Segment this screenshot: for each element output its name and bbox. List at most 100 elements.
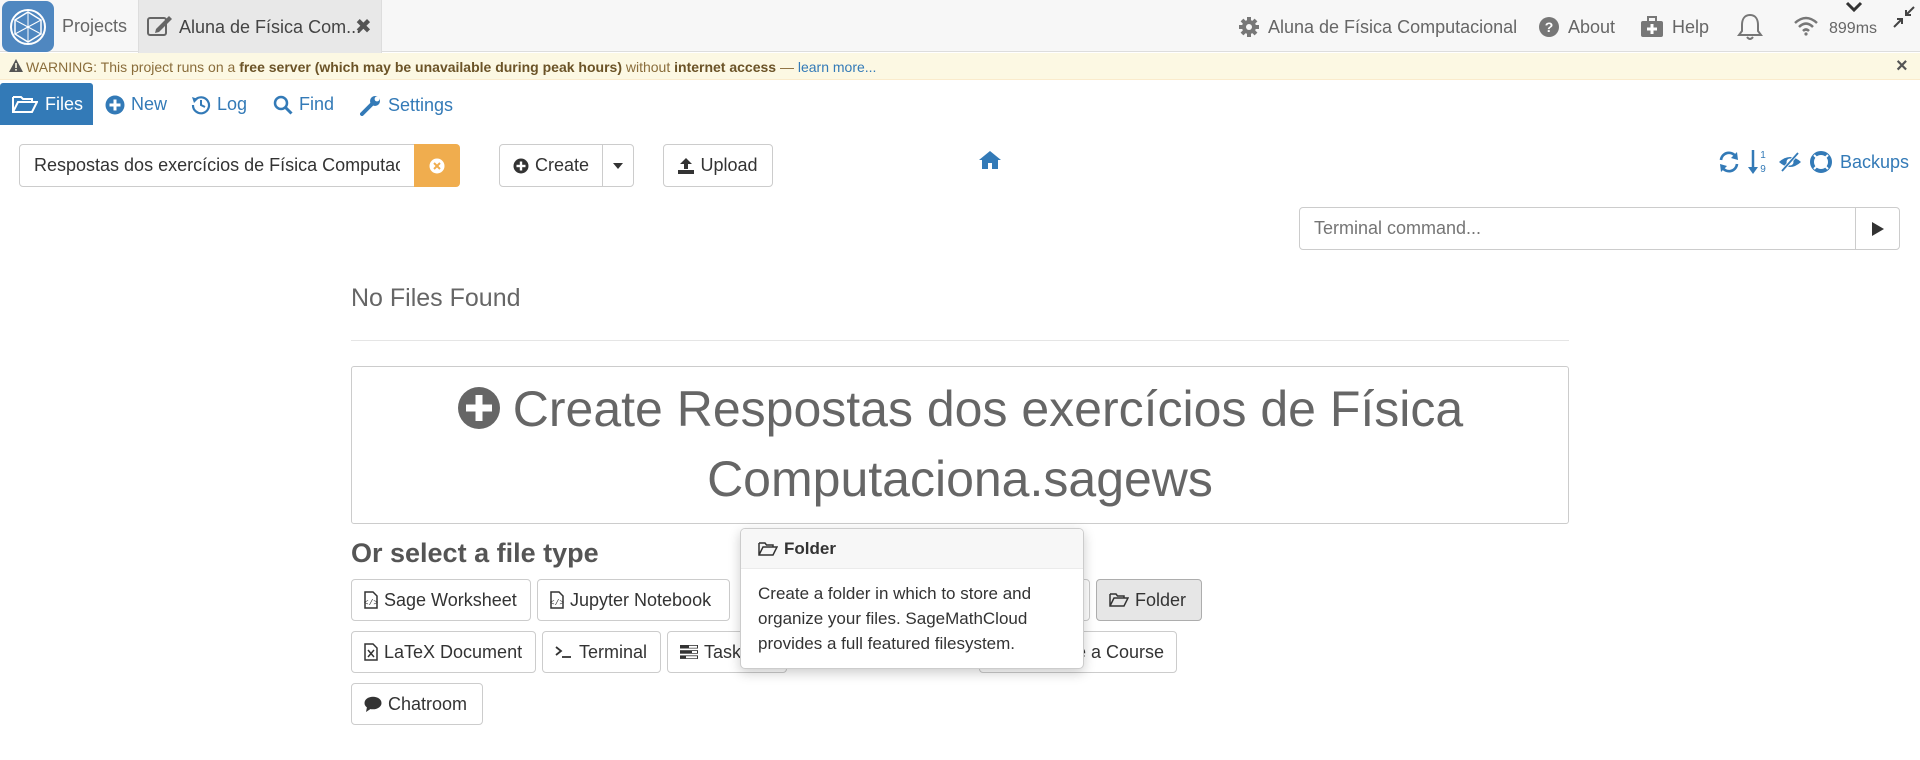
- create-dropdown-toggle[interactable]: [602, 144, 634, 187]
- files-tab-label: Files: [45, 93, 84, 114]
- sage-worksheet-button[interactable]: </> Sage Worksheet: [351, 579, 531, 621]
- comment-icon: [364, 696, 382, 712]
- warning-prefix: WARNING: This project runs on a: [26, 59, 240, 75]
- chevron-down-icon[interactable]: [1842, 0, 1866, 14]
- play-icon: [1871, 221, 1884, 236]
- plus-circle-icon: [513, 158, 529, 174]
- refresh-icon[interactable]: [1718, 151, 1740, 173]
- new-tab-label: New: [131, 94, 168, 114]
- warning-free-server: free server (which may be unavailable du…: [239, 59, 622, 75]
- wifi-icon: [1793, 16, 1819, 36]
- warning-dash: —: [776, 59, 798, 75]
- close-tab-icon[interactable]: ✖: [355, 14, 372, 39]
- times-circle-icon: [429, 158, 445, 174]
- chatroom-label: Chatroom: [388, 693, 468, 714]
- create-file-button[interactable]: Create Respostas dos exercícios de Físic…: [351, 366, 1569, 524]
- project-name-label: Aluna de Física Computacional: [1268, 16, 1518, 37]
- folder-label: Folder: [1135, 589, 1187, 610]
- upload-button[interactable]: Upload: [663, 144, 773, 187]
- file-type-heading: Or select a file type: [351, 538, 599, 568]
- svg-text:?: ?: [1545, 19, 1554, 35]
- tab-log[interactable]: Log: [191, 94, 247, 115]
- learn-more-link[interactable]: learn more...: [798, 59, 877, 75]
- create-button-label: Create: [534, 155, 590, 175]
- history-icon: [191, 95, 211, 115]
- about-link[interactable]: ? About: [1538, 16, 1615, 38]
- folder-open-icon: [1109, 592, 1129, 608]
- tasks-icon: [680, 644, 698, 660]
- ping-readout: 899ms: [1829, 20, 1878, 37]
- medkit-icon: [1640, 16, 1664, 38]
- tab-find[interactable]: Find: [273, 94, 334, 115]
- bell-icon[interactable]: [1736, 12, 1764, 42]
- terminal-button[interactable]: Terminal: [542, 631, 661, 673]
- filename-search-input[interactable]: [19, 144, 415, 187]
- upload-button-label: Upload: [700, 155, 758, 175]
- svg-text:1: 1: [1760, 150, 1766, 161]
- upload-icon: [678, 157, 695, 174]
- no-files-heading: No Files Found: [351, 284, 521, 312]
- gear-icon: [1238, 16, 1260, 38]
- plus-circle-icon: [105, 95, 125, 115]
- manage-course-label: e a Course: [1075, 641, 1164, 662]
- run-command-button[interactable]: [1855, 207, 1900, 250]
- sage-worksheet-label: Sage Worksheet: [384, 589, 517, 610]
- create-button[interactable]: Create: [499, 144, 603, 187]
- question-circle-icon: ?: [1538, 16, 1560, 38]
- folder-open-icon: [12, 94, 38, 114]
- home-icon[interactable]: [979, 151, 1001, 169]
- compress-icon[interactable]: [1893, 6, 1915, 28]
- file-code-icon: </>: [550, 591, 564, 609]
- popover-header: Folder: [741, 529, 1083, 569]
- clear-search-button[interactable]: [414, 144, 460, 187]
- file-tools: 19 Backups: [1718, 149, 1909, 175]
- backups-link[interactable]: Backups: [1840, 152, 1909, 173]
- eye-slash-icon[interactable]: [1778, 152, 1802, 172]
- svg-text:</>: </>: [364, 599, 378, 608]
- help-link[interactable]: Help: [1640, 16, 1709, 38]
- caret-down-icon: [613, 162, 623, 169]
- folder-button[interactable]: Folder: [1096, 579, 1202, 621]
- chatroom-button[interactable]: Chatroom: [351, 683, 483, 725]
- latex-document-label: LaTeX Document: [384, 641, 523, 662]
- project-tab[interactable]: Aluna de Física Com... ✖: [138, 0, 382, 53]
- help-label: Help: [1672, 16, 1710, 37]
- file-code-icon: </>: [364, 591, 378, 609]
- edit-icon: [147, 15, 173, 37]
- life-ring-icon[interactable]: [1810, 151, 1832, 173]
- svg-text:9: 9: [1760, 164, 1766, 175]
- terminal-icon: [555, 645, 573, 659]
- tab-new[interactable]: New: [105, 94, 167, 115]
- jupyter-notebook-label: Jupyter Notebook: [570, 589, 712, 610]
- task-list-label: Task: [704, 641, 742, 662]
- project-settings-link[interactable]: Aluna de Física Computacional: [1238, 16, 1517, 38]
- tab-settings[interactable]: Settings: [360, 94, 453, 116]
- jupyter-notebook-button[interactable]: </> Jupyter Notebook: [537, 579, 730, 621]
- close-warning-icon[interactable]: ×: [1896, 55, 1908, 78]
- plus-circle-icon: [457, 386, 501, 430]
- search-icon: [273, 95, 293, 115]
- sagemath-logo-icon[interactable]: [2, 1, 54, 52]
- create-file-label-line2: Computaciona.sagews: [707, 451, 1213, 507]
- latex-document-button[interactable]: LaTeX Document: [351, 631, 536, 673]
- sort-numeric-icon[interactable]: 19: [1748, 149, 1770, 175]
- log-tab-label: Log: [217, 94, 248, 114]
- projects-link[interactable]: Projects: [62, 16, 127, 37]
- find-tab-label: Find: [299, 94, 335, 114]
- warning-triangle-icon: [9, 59, 23, 72]
- divider: [351, 340, 1569, 341]
- file-excel-icon: [364, 643, 378, 661]
- warning-middle: without: [621, 59, 675, 75]
- warning-banner: WARNING: This project runs on a free ser…: [0, 53, 1920, 80]
- popover-title: Folder: [784, 538, 836, 558]
- project-tab-label: Aluna de Física Com...: [179, 17, 362, 37]
- svg-text:</>: </>: [550, 599, 564, 608]
- terminal-command-input[interactable]: [1299, 207, 1856, 250]
- folder-popover: Folder Create a folder in which to store…: [740, 528, 1084, 669]
- about-label: About: [1568, 16, 1616, 37]
- warning-internet-access: internet access: [674, 59, 777, 75]
- wrench-icon: [360, 94, 382, 116]
- tab-files[interactable]: Files: [0, 83, 93, 125]
- popover-body: Create a folder in which to store and or…: [758, 584, 1032, 653]
- folder-open-icon: [758, 541, 778, 557]
